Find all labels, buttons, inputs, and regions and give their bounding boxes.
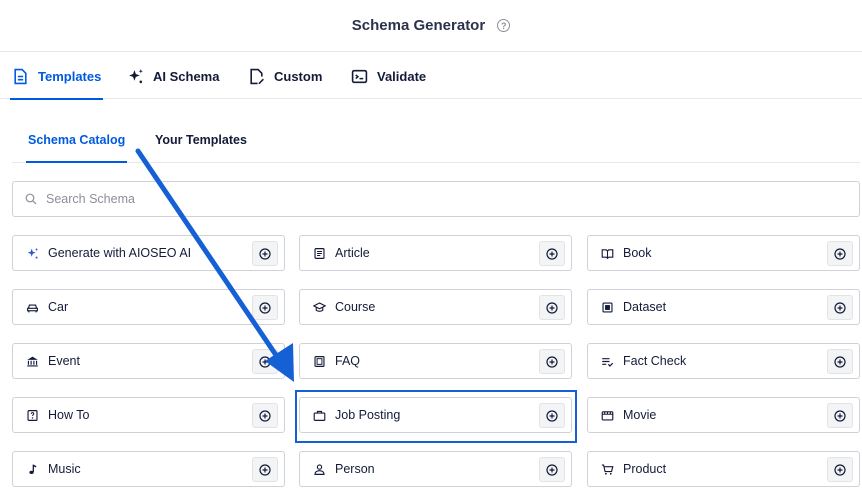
add-schema-button[interactable]: [827, 295, 853, 320]
faq-icon: [312, 354, 326, 368]
tab-label: Custom: [274, 68, 323, 84]
add-schema-button[interactable]: [827, 241, 853, 266]
plus-circle-icon: [259, 355, 271, 368]
schema-item-label: FAQ: [335, 354, 361, 368]
plus-circle-icon: [546, 355, 558, 368]
schema-item-dataset[interactable]: Dataset: [587, 289, 860, 325]
page-title: Schema Generator: [351, 17, 486, 34]
tab-schema-catalog[interactable]: Schema Catalog: [25, 126, 128, 163]
plus-circle-icon: [546, 463, 558, 476]
schema-item-book[interactable]: Book: [587, 235, 860, 271]
schema-item-label: Car: [48, 300, 69, 314]
plus-circle-icon: [834, 301, 846, 314]
graduation-cap-icon: [312, 300, 326, 314]
schema-item-movie[interactable]: Movie: [587, 397, 860, 433]
tab-label: AI Schema: [153, 68, 220, 84]
tab-ai-schema[interactable]: AI Schema: [127, 53, 219, 99]
schema-item-label: Course: [335, 300, 376, 314]
tab-validate[interactable]: Validate: [351, 53, 426, 99]
tab-label: Validate: [377, 68, 427, 84]
schema-item-person[interactable]: Person: [299, 451, 572, 487]
add-schema-button[interactable]: [252, 295, 278, 320]
how-to-icon: [25, 408, 39, 422]
sparkles-icon: [129, 68, 143, 83]
plus-circle-icon: [834, 463, 846, 476]
plus-circle-icon: [259, 463, 271, 476]
tab-label: Templates: [38, 68, 102, 84]
terminal-icon: [351, 69, 368, 83]
tab-your-templates[interactable]: Your Templates: [155, 126, 247, 162]
sparkles-icon: [25, 246, 39, 260]
plus-circle-icon: [259, 301, 271, 314]
schema-item-label: Generate with AIOSEO AI: [48, 246, 192, 260]
schema-item-article[interactable]: Article: [299, 235, 572, 271]
schema-item-music[interactable]: Music: [12, 451, 285, 487]
movie-icon: [600, 408, 614, 422]
building-icon: [25, 354, 39, 368]
schema-item-label: Dataset: [623, 300, 667, 314]
question-circle-icon[interactable]: ?: [497, 19, 511, 32]
fact-check-icon: [600, 354, 614, 368]
add-schema-button[interactable]: [252, 241, 278, 266]
plus-circle-icon: [834, 247, 846, 260]
schema-item-faq[interactable]: FAQ: [299, 343, 572, 379]
schema-item-label: How To: [48, 408, 90, 422]
plus-circle-icon: [259, 247, 271, 260]
add-schema-button[interactable]: [539, 241, 565, 266]
plus-circle-icon: [259, 409, 271, 422]
plus-circle-icon: [834, 355, 846, 368]
schema-item-product[interactable]: Product: [587, 451, 860, 487]
cart-icon: [600, 462, 614, 476]
main-tabs: Templates AI Schema Custom Validate: [0, 53, 862, 100]
add-schema-button[interactable]: [827, 349, 853, 374]
plus-circle-icon: [834, 409, 846, 422]
highlight-box: [295, 390, 577, 443]
schema-item-label: Article: [335, 246, 370, 260]
schema-item-car[interactable]: Car: [12, 289, 285, 325]
schema-item-label: Movie: [623, 408, 657, 422]
document-icon: [14, 68, 27, 84]
edit-document-icon: [250, 68, 264, 84]
page-header: Schema Generator ?: [0, 0, 862, 52]
add-schema-button[interactable]: [252, 349, 278, 374]
schema-item-label: Fact Check: [623, 354, 687, 368]
add-schema-button[interactable]: [827, 403, 853, 428]
schema-item-course[interactable]: Course: [299, 289, 572, 325]
book-icon: [600, 246, 614, 260]
schema-item-fact-check[interactable]: Fact Check: [587, 343, 860, 379]
tab-templates[interactable]: Templates: [9, 53, 104, 100]
add-schema-button[interactable]: [827, 457, 853, 482]
schema-item-label: Product: [623, 462, 667, 476]
add-schema-button[interactable]: [539, 457, 565, 482]
plus-circle-icon: [546, 301, 558, 314]
search-input[interactable]: [46, 192, 859, 206]
schema-item-generate-with-aioseo-ai[interactable]: Generate with AIOSEO AI: [12, 235, 285, 271]
plus-circle-icon: [546, 247, 558, 260]
add-schema-button[interactable]: [252, 403, 278, 428]
add-schema-button[interactable]: [539, 295, 565, 320]
dataset-icon: [600, 300, 614, 314]
article-icon: [312, 246, 326, 260]
schema-item-label: Book: [623, 246, 652, 260]
search-icon: [25, 193, 37, 205]
car-icon: [25, 300, 39, 314]
add-schema-button[interactable]: [252, 457, 278, 482]
tab-custom[interactable]: Custom: [248, 53, 322, 99]
schema-item-how-to[interactable]: How To: [12, 397, 285, 433]
schema-item-label: Person: [335, 462, 375, 476]
person-icon: [312, 462, 326, 476]
schema-item-label: Music: [48, 462, 81, 476]
schema-item-label: Event: [48, 354, 80, 368]
schema-item-event[interactable]: Event: [12, 343, 285, 379]
music-note-icon: [25, 462, 39, 476]
add-schema-button[interactable]: [539, 349, 565, 374]
search-box: [12, 181, 860, 217]
sub-tabs: Schema Catalog Your Templates: [12, 126, 860, 163]
